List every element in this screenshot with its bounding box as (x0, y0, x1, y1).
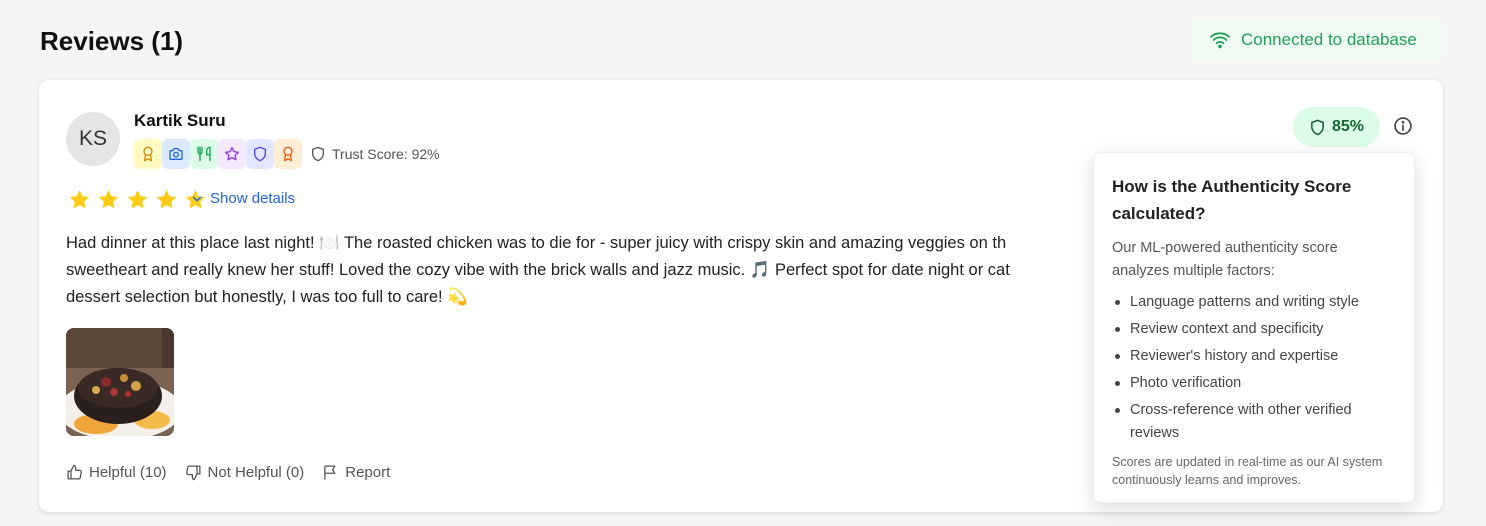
wifi-icon (1209, 32, 1231, 49)
list-item: Language patterns and writing style (1112, 291, 1396, 314)
page-title: Reviews (1) (40, 26, 184, 56)
report-button[interactable]: Report (322, 464, 390, 481)
shield-icon (312, 146, 324, 162)
review-text-line: dessert selection but honestly, I was to… (66, 288, 468, 306)
authenticity-score-badge[interactable]: 85% (1293, 107, 1380, 147)
badge-utensils[interactable] (190, 139, 218, 169)
popover-intro: Our ML-powered authenticity score analyz… (1112, 240, 1338, 279)
star-icon (156, 190, 177, 209)
list-item: Cross-reference with other verified revi… (1112, 399, 1396, 445)
shield-icon (1311, 119, 1324, 135)
connection-status-badge: Connected to database (1191, 18, 1442, 62)
helpful-label: Helpful (10) (89, 464, 167, 481)
review-text-line: sweetheart and really knew her stuff! Lo… (66, 261, 1010, 279)
reviews-page: Reviews (1) Connected to database KS Kar… (0, 0, 1486, 526)
list-item: Reviewer's history and expertise (1112, 345, 1396, 368)
star-outline-icon (225, 147, 239, 161)
review-actions: Helpful (10) Not Helpful (0) Report (66, 464, 390, 481)
chevron-down-icon (192, 196, 202, 202)
popover-title: How is the Authenticity Score calculated… (1112, 177, 1352, 223)
badge-award[interactable] (134, 139, 162, 169)
show-details-label: Show details (210, 190, 296, 207)
thumbs-down-icon (185, 465, 201, 481)
utensils-icon (197, 146, 211, 162)
badge-camera[interactable] (162, 139, 190, 169)
report-label: Report (345, 464, 391, 481)
reviewer-name: Kartik Suru (134, 111, 226, 130)
list-item: Photo verification (1112, 372, 1396, 395)
badge-medal[interactable] (274, 139, 302, 169)
avatar: KS (66, 112, 120, 166)
badge-star[interactable] (218, 139, 246, 169)
review-text: Had dinner at this place last night! 🍽️ … (66, 230, 1116, 314)
not-helpful-label: Not Helpful (0) (207, 464, 305, 481)
reviewer-badges (134, 139, 302, 169)
authenticity-score-value: 85% (1331, 118, 1365, 135)
list-item: Review context and specificity (1112, 318, 1396, 341)
star-icon (98, 190, 119, 209)
popover-footer: Scores are updated in real-time as our A… (1112, 455, 1383, 487)
star-icon (69, 190, 90, 209)
thumbs-up-icon (67, 464, 82, 480)
star-icon (127, 190, 148, 209)
popover-factor-list: Language patterns and writing style Revi… (1112, 291, 1396, 445)
trust-score: Trust Score: 92% (310, 146, 440, 162)
not-helpful-button[interactable]: Not Helpful (0) (185, 464, 305, 481)
show-details-button[interactable]: Show details (190, 190, 295, 207)
trust-score-label: Trust Score: 92% (332, 146, 440, 162)
shield-icon (254, 146, 266, 162)
badge-shield[interactable] (246, 139, 274, 169)
authenticity-popover: How is the Authenticity Score calculated… (1093, 152, 1415, 503)
camera-icon (169, 148, 183, 160)
review-photo[interactable] (66, 328, 174, 436)
medal-icon (283, 146, 293, 162)
award-icon (143, 146, 153, 162)
review-text-line: Had dinner at this place last night! 🍽️ … (66, 234, 1007, 252)
food-photo-image (66, 328, 174, 436)
helpful-button[interactable]: Helpful (10) (66, 464, 167, 481)
connection-status-text: Connected to database (1241, 30, 1417, 49)
star-rating (66, 188, 209, 212)
flag-icon (324, 465, 336, 480)
info-icon[interactable] (1393, 116, 1413, 136)
